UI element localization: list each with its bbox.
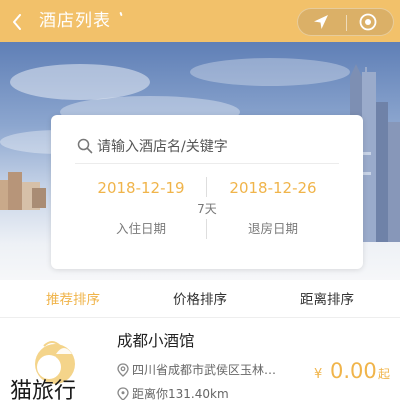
cat-travel-logo-icon: 猫旅行 [10, 341, 76, 400]
nights-count: 7天 [197, 202, 217, 216]
sort-tabs: 推荐排序 价格排序 距离排序 [0, 282, 400, 318]
mini-program-capsule [297, 8, 394, 36]
page-title: 酒店列表 [39, 11, 111, 31]
tab-price-sort[interactable]: 价格排序 [133, 282, 267, 318]
search-row[interactable] [75, 133, 339, 161]
close-target-button[interactable] [345, 9, 393, 35]
hotel-name[interactable]: 成都小酒馆 [117, 331, 195, 351]
hotel-distance: 距离你131.40km [132, 387, 229, 400]
hotel-address: 四川省成都市武侯区玉林… [132, 363, 277, 377]
hotel-logo: 猫旅行 [8, 332, 108, 400]
map-pin-icon [117, 363, 129, 377]
distance-icon [117, 387, 129, 400]
location-button[interactable] [298, 9, 346, 35]
search-divider [75, 163, 339, 164]
checkin-label: 入住日期 [115, 221, 166, 236]
back-button[interactable] [6, 6, 34, 36]
location-arrow-icon [314, 15, 328, 29]
title-decoration [119, 11, 123, 17]
price-suffix: 起 [378, 367, 391, 381]
price-currency: ¥ [314, 367, 323, 382]
checkout-date[interactable]: 2018-12-26 [203, 179, 343, 197]
hotel-price: 0.00 [330, 359, 377, 383]
checkin-date[interactable]: 2018-12-19 [71, 179, 211, 197]
search-icon [77, 138, 93, 154]
hotel-list-item[interactable]: 猫旅行 成都小酒馆 四川省成都市武侯区玉林… 距离你131.40km ¥ 0.0… [0, 318, 400, 400]
svg-text:猫旅行: 猫旅行 [10, 379, 76, 400]
search-input[interactable] [97, 136, 337, 158]
search-card: 2018-12-19 2018-12-26 7天 入住日期 退房日期 [51, 115, 363, 269]
header-bar: 酒店列表 [0, 0, 400, 42]
checkout-label: 退房日期 [247, 221, 298, 236]
target-circle-icon [359, 13, 377, 31]
tab-recommended-sort[interactable]: 推荐排序 [6, 282, 140, 318]
tab-distance-sort[interactable]: 距离排序 [260, 282, 394, 318]
chevron-left-icon [13, 14, 21, 30]
